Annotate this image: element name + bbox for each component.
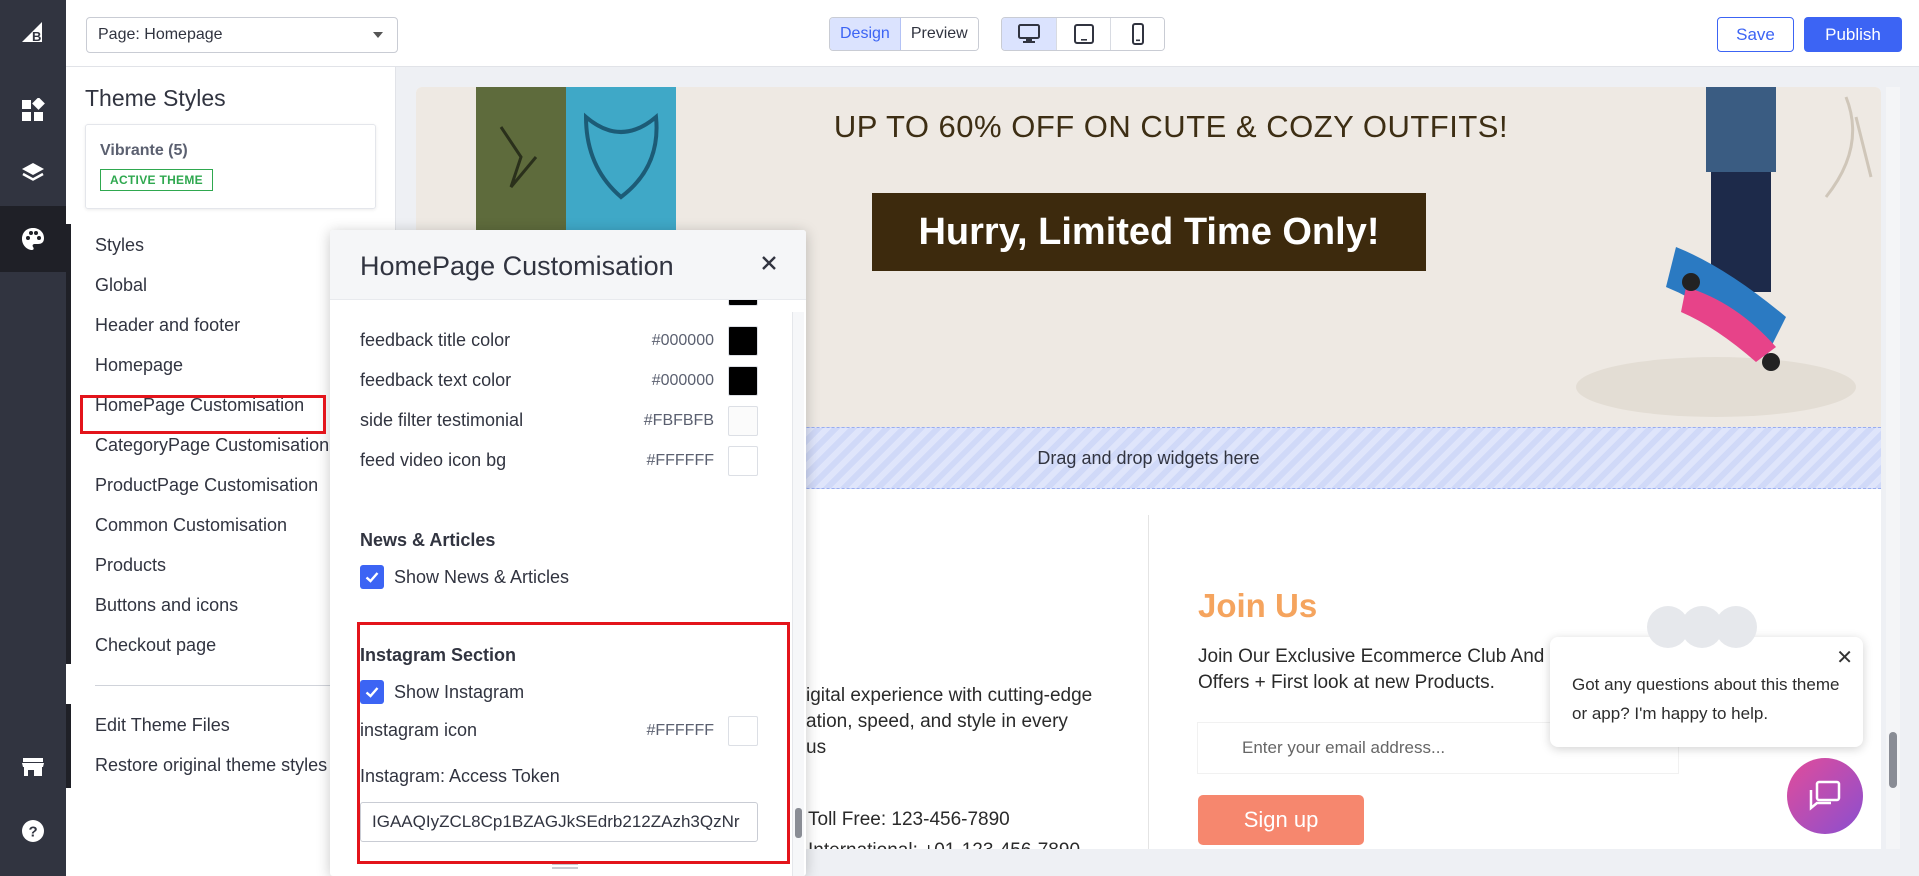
- desktop-icon[interactable]: [1002, 18, 1056, 50]
- toll-free-number[interactable]: Toll Free: 123-456-7890: [808, 807, 1010, 833]
- active-theme-card: Vibrante (5) ACTIVE THEME: [85, 124, 376, 209]
- mobile-icon[interactable]: [1110, 18, 1164, 50]
- setting-hex: #000000: [651, 332, 714, 349]
- panel-header: HomePage Customisation: [330, 230, 806, 300]
- top-toolbar: Page: Homepage Design Preview Save Publi…: [66, 0, 1919, 67]
- color-swatch[interactable]: [728, 300, 758, 306]
- show-news-checkbox[interactable]: [360, 565, 384, 589]
- news-section-title: News & Articles: [360, 530, 496, 550]
- design-mode-button[interactable]: Design: [830, 18, 901, 50]
- setting-label: feedback text color: [360, 370, 512, 390]
- sidebar-divider: [95, 685, 366, 686]
- highlight-box: [357, 622, 790, 864]
- about-text-line: us: [806, 737, 827, 758]
- sidebar-item-header-footer[interactable]: Header and footer: [95, 315, 240, 336]
- active-theme-badge: ACTIVE THEME: [100, 169, 213, 191]
- save-button[interactable]: Save: [1717, 17, 1794, 52]
- highlight-box: [80, 395, 326, 434]
- sidebar-item-restore-theme-styles[interactable]: Restore original theme styles: [95, 755, 327, 776]
- footer-divider: [1148, 515, 1149, 849]
- sidebar-item-productpage-customisation[interactable]: ProductPage Customisation: [95, 475, 318, 496]
- setting-hex: #000000: [651, 372, 714, 389]
- nav-group-indicator: [66, 224, 71, 664]
- chat-bubble-icon: [1809, 780, 1841, 811]
- sidebar-title: Theme Styles: [85, 85, 226, 111]
- theme-name: Vibrante (5): [100, 142, 188, 159]
- international-number[interactable]: International: +01-123-456-7890: [808, 838, 1080, 849]
- join-us-title: Join Us: [1198, 587, 1318, 624]
- color-swatch[interactable]: [728, 406, 758, 436]
- preview-mode-button[interactable]: Preview: [900, 18, 978, 50]
- chat-avatars: [1647, 606, 1757, 648]
- chat-message: Got any questions about this theme or ap…: [1572, 675, 1840, 723]
- about-text-line: ation, speed, and style in every: [806, 711, 1068, 732]
- widgets-icon[interactable]: [0, 78, 66, 144]
- sidebar-item-checkout-page[interactable]: Checkout page: [95, 635, 216, 656]
- setting-hex: #FBFBFB: [643, 412, 714, 429]
- panel-title: HomePage Customisation: [360, 251, 674, 281]
- chevron-down-icon: [373, 32, 383, 38]
- device-toggle: [1001, 17, 1165, 51]
- left-rail: B ?: [0, 0, 66, 876]
- hero-headline: UP TO 60% OFF ON CUTE & COZY OUTFITS!: [833, 109, 1509, 144]
- setting-hex: #FFFFFF: [646, 452, 714, 469]
- setting-label: feed video icon bg: [360, 450, 507, 470]
- page-builder-app: B ? Page: Homepage Design Preview Save P…: [0, 0, 1919, 876]
- chat-close-icon[interactable]: ✕: [1836, 645, 1853, 670]
- color-swatch[interactable]: [728, 446, 758, 476]
- chat-launcher-button[interactable]: [1787, 758, 1863, 834]
- color-swatch[interactable]: [728, 366, 758, 396]
- chat-popup[interactable]: Got any questions about this theme or ap…: [1550, 637, 1863, 747]
- about-text-line: igital experience with cutting-edge: [806, 685, 1093, 706]
- bigcommerce-logo-icon[interactable]: B: [0, 0, 66, 66]
- kid-skateboard-photo: [1576, 87, 1873, 417]
- sidebar-item-global[interactable]: Global: [95, 275, 147, 296]
- tablet-icon[interactable]: [1056, 18, 1110, 50]
- join-text: Offers + First look at new Products.: [1198, 672, 1495, 693]
- color-swatch[interactable]: [728, 326, 758, 356]
- sidebar-item-homepage[interactable]: Homepage: [95, 355, 183, 376]
- publish-button[interactable]: Publish: [1804, 17, 1902, 52]
- hero-cta-banner[interactable]: Hurry, Limited Time Only!: [872, 193, 1426, 271]
- show-news-label: Show News & Articles: [394, 567, 570, 587]
- sidebar-item-buttons-icons[interactable]: Buttons and icons: [95, 595, 238, 616]
- sidebar-item-categorypage-customisation[interactable]: CategoryPage Customisation: [95, 435, 329, 456]
- svg-text:B: B: [32, 29, 41, 44]
- svg-text:?: ?: [29, 824, 38, 841]
- sidebar-item-common-customisation[interactable]: Common Customisation: [95, 515, 287, 536]
- signup-button[interactable]: Sign up: [1198, 795, 1364, 845]
- sidebar-item-edit-theme-files[interactable]: Edit Theme Files: [95, 715, 230, 736]
- sidebar-item-products[interactable]: Products: [95, 555, 166, 576]
- help-icon[interactable]: ?: [0, 798, 66, 864]
- nav-group-indicator-2: [66, 704, 71, 788]
- panel-scrollbar-thumb[interactable]: [795, 808, 802, 838]
- avatar: [1715, 606, 1757, 648]
- palette-icon[interactable]: [0, 206, 66, 272]
- layers-icon[interactable]: [0, 140, 66, 206]
- join-text: Join Our Exclusive Ecommerce Club And: [1198, 646, 1545, 667]
- page-select[interactable]: Page: Homepage: [86, 17, 398, 53]
- store-icon[interactable]: [0, 734, 66, 800]
- close-icon[interactable]: [756, 250, 782, 276]
- preview-scrollbar-thumb[interactable]: [1889, 732, 1897, 788]
- setting-label: side filter testimonial: [360, 410, 524, 430]
- setting-label: feedback title color: [360, 330, 511, 350]
- panel-scrollbar[interactable]: [792, 312, 804, 876]
- sidebar-item-styles[interactable]: Styles: [95, 235, 144, 256]
- view-mode-toggle: Design Preview: [829, 17, 979, 51]
- page-select-value: Page: Homepage: [98, 26, 223, 43]
